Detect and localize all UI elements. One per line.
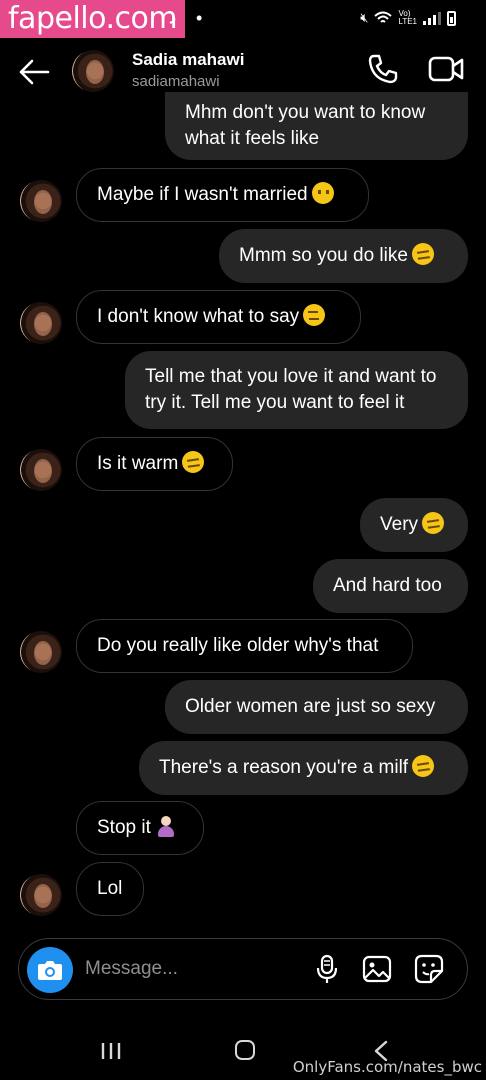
gallery-icon[interactable] [361,953,393,985]
message-sent[interactable]: Very [360,498,468,552]
message-sent[interactable]: Mhm don't you want to know what it feels… [165,92,468,160]
message-received[interactable]: Stop it [76,801,204,855]
network-label: Vo) LTE1 [398,9,417,26]
watermark-logo: fapello.com [0,0,186,38]
home-icon[interactable] [235,1040,255,1060]
camera-button[interactable] [27,947,73,993]
woman-raising-hand-emoji-icon [155,815,177,837]
contact-name[interactable]: Sadia mahawi [132,50,244,70]
message-text: Lol [97,878,123,899]
contact-avatar[interactable] [20,180,62,222]
message-received[interactable]: Is it warm [76,437,233,491]
message-sent[interactable]: And hard too [313,559,468,613]
message-sent[interactable]: Mmm so you do like [219,229,468,283]
message-received[interactable]: Lol [76,862,144,916]
smirk-emoji-icon [412,755,435,777]
sticker-icon[interactable] [413,953,445,985]
smirk-emoji-icon [182,451,205,473]
watermark-text: OnlyFans.com/nates_bwc [292,1058,482,1076]
contact-username: sadiamahawi [132,73,220,90]
back-arrow-icon[interactable] [18,58,50,86]
message-input[interactable] [85,955,295,983]
wifi-icon [374,11,393,23]
message-text: Do you really like older why's that [97,635,379,656]
recents-icon[interactable] [100,1042,122,1060]
status-icons-left: ♪ • [168,8,202,29]
message-text: I don't know what to say [97,304,340,330]
message-text: Mhm don't you want to know what it feels… [185,102,426,149]
message-text: Maybe if I wasn't married [97,182,348,208]
message-text: Is it warm [97,451,212,477]
message-text: Stop it [97,815,183,841]
message-sent[interactable]: Tell me that you love it and want to try… [125,351,468,429]
microphone-icon[interactable] [311,953,343,985]
dot-icon: • [196,8,203,28]
message-text: And hard too [333,575,442,596]
message-text: Mmm so you do like [239,243,448,269]
contact-avatar[interactable] [20,302,62,344]
tiktok-icon: ♪ [168,8,177,28]
message-sent[interactable]: There's a reason you're a milf [139,741,468,795]
message-received[interactable]: Do you really like older why's that [76,619,413,673]
phone-icon[interactable] [366,52,400,86]
message-sent[interactable]: Older women are just so sexy [165,680,468,734]
video-call-icon[interactable] [428,54,464,84]
message-received[interactable]: Maybe if I wasn't married [76,168,369,222]
contact-avatar[interactable] [20,631,62,673]
face-without-mouth-icon [311,182,334,204]
expressionless-emoji-icon [303,304,326,326]
smirk-emoji-icon [411,243,434,265]
smirk-emoji-icon [422,512,445,534]
mute-icon: 🔇︎ [360,10,369,25]
message-received[interactable]: I don't know what to say [76,290,361,344]
message-composer [18,938,468,1000]
message-text: Tell me that you love it and want to try… [145,366,437,413]
contact-avatar[interactable] [20,874,62,916]
message-text: There's a reason you're a milf [159,755,448,781]
message-text: Very [380,512,448,538]
signal-icon [423,11,441,25]
camera-icon [38,961,62,980]
header-avatar[interactable] [72,50,114,92]
message-text: Older women are just so sexy [185,696,436,717]
status-icons-right: 🔇︎ Vo) LTE1 [360,10,456,26]
battery-icon [447,10,456,26]
contact-avatar[interactable] [20,449,62,491]
